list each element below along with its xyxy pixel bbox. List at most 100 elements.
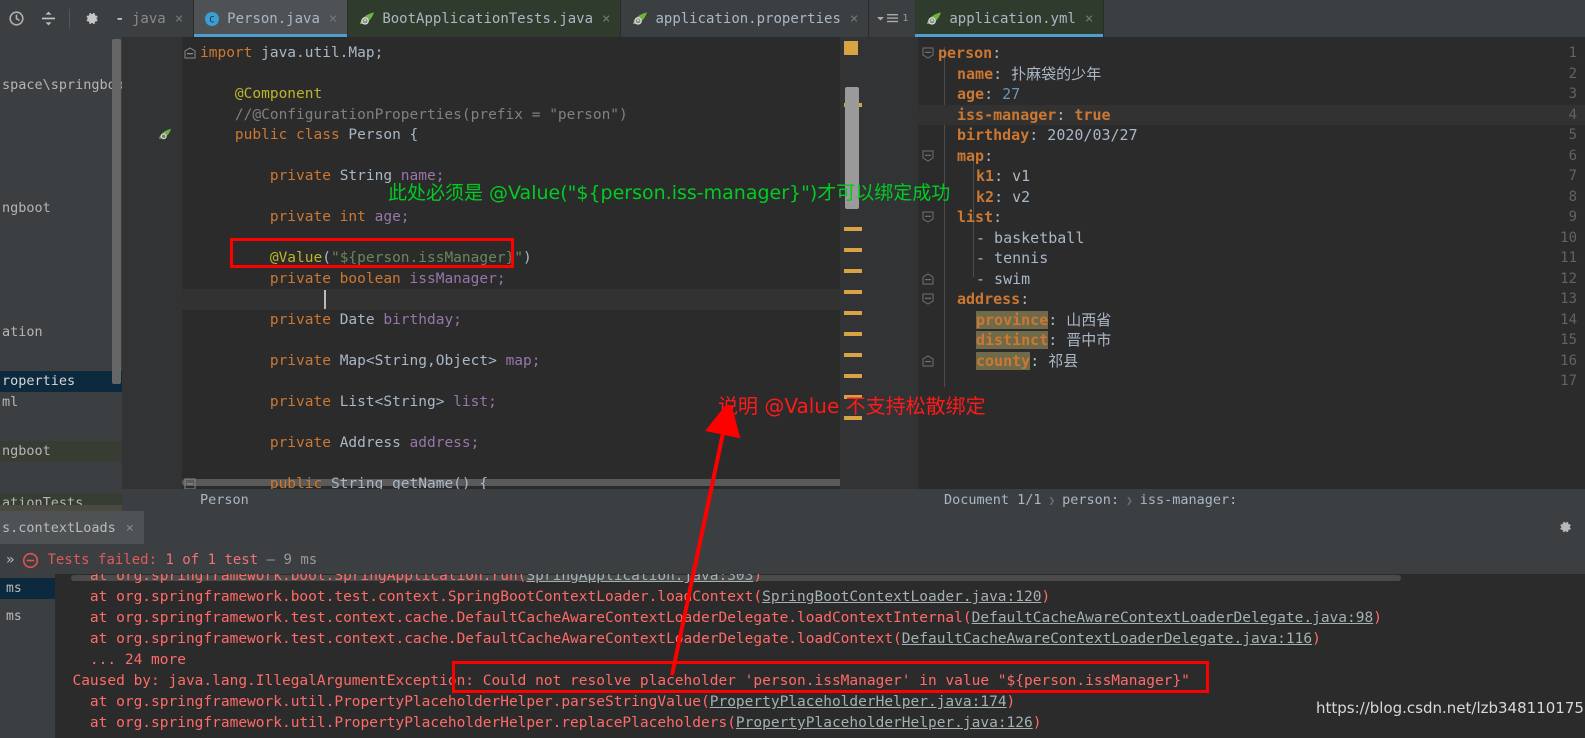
yaml-line[interactable]: list: — [957, 207, 1002, 228]
yaml-line[interactable]: birthday: 2020/03/27 — [957, 125, 1138, 146]
line-number: 8 — [1568, 188, 1577, 205]
stacktrace-link[interactable]: PropertyPlaceholderHelper.java:174 — [710, 694, 1007, 710]
breadcrumb-person[interactable]: person: — [1062, 492, 1119, 508]
yaml-line[interactable]: - tennis — [976, 248, 1048, 269]
annotation-red-note: 说明 @Value 不支持松散绑定 — [718, 394, 986, 418]
tab-close-icon[interactable]: × — [850, 12, 858, 26]
project-tree-scrollbar[interactable] — [112, 39, 121, 384]
test-tree-item[interactable]: ms — [0, 578, 55, 599]
yaml-line[interactable]: person: — [938, 43, 1001, 64]
tab-application-yml[interactable]: application.yml × — [915, 0, 1105, 37]
fold-open-icon[interactable] — [922, 293, 934, 305]
stacktrace-link[interactable]: PropertyPlaceholderHelper.java:126 — [736, 715, 1033, 731]
breadcrumb-document[interactable]: Document 1/1 — [944, 492, 1042, 508]
warning-marker[interactable] — [844, 41, 858, 55]
run-tab-context-loads[interactable]: s.contextLoads × — [0, 511, 144, 544]
yaml-line[interactable]: map: — [957, 146, 993, 167]
code-line[interactable]: private int age; — [200, 207, 410, 228]
warning-marker[interactable] — [844, 374, 862, 378]
warning-marker[interactable] — [844, 269, 862, 273]
tab-bootapplicationtests-java[interactable]: BootApplicationTests.java × — [348, 0, 622, 37]
tab-close-icon[interactable]: × — [329, 12, 337, 26]
gear-icon[interactable] — [78, 6, 104, 32]
stacktrace-link[interactable]: SpringBootContextLoader.java:120 — [762, 589, 1041, 605]
yaml-line[interactable]: - basketball — [976, 228, 1084, 249]
code-line[interactable]: private boolean issManager; — [200, 269, 506, 290]
tab-overflow-dropdown[interactable]: 1 — [869, 0, 915, 37]
run-tab-close-icon[interactable]: × — [126, 520, 134, 536]
console-line[interactable]: at org.springframework.test.context.cach… — [55, 629, 1321, 650]
code-line[interactable]: public class Person { — [200, 125, 418, 146]
test-tree-item[interactable]: ms — [0, 606, 55, 627]
project-tree-panel[interactable]: space\springboot ngboot ation roperties ml ng… — [0, 37, 122, 505]
project-tree-item[interactable]: ngboot — [0, 198, 122, 219]
breadcrumb-right: Document 1/1 ❯ person: ❯ iss-manager: — [866, 489, 1585, 511]
project-tree-item[interactable]: ation — [0, 322, 122, 343]
yaml-line[interactable]: distinct: 晋中市 — [976, 330, 1111, 351]
project-tree-item[interactable]: ngboot — [0, 441, 122, 462]
history-icon[interactable] — [3, 6, 29, 32]
tab-close-icon[interactable]: × — [602, 12, 610, 26]
code-line[interactable]: //@ConfigurationProperties(prefix = "per… — [200, 105, 628, 126]
yaml-line[interactable]: k1: v1 — [976, 166, 1030, 187]
tab-application-properties[interactable]: application.properties × — [621, 0, 870, 37]
editor-left-gutter[interactable] — [122, 37, 182, 489]
warning-marker[interactable] — [844, 311, 862, 315]
collapse-all-icon[interactable] — [35, 6, 61, 32]
expand-chevron-icon[interactable]: » — [6, 552, 14, 568]
console-line[interactable]: ... 24 more — [55, 650, 186, 671]
project-tree-item[interactable]: ationTests — [0, 493, 122, 505]
breadcrumb-iss-manager[interactable]: iss-manager: — [1140, 492, 1238, 508]
yaml-line[interactable]: - swim — [976, 269, 1030, 290]
fold-close-icon[interactable] — [922, 354, 934, 367]
editor-application-yml[interactable]: 1 person: 2 name: 扑麻袋的少年 3 age: 27 4 iss-manage… — [866, 37, 1585, 489]
tab-close-icon[interactable]: × — [175, 12, 183, 26]
warning-marker[interactable] — [844, 353, 862, 357]
code-line[interactable]: private Date birthday; — [200, 310, 462, 331]
breadcrumb-class[interactable]: Person — [200, 492, 249, 508]
code-line[interactable]: private Address address; — [200, 433, 480, 454]
stacktrace-link[interactable]: DefaultCacheAwareContextLoaderDelegate.j… — [972, 610, 1374, 626]
warning-marker[interactable] — [844, 290, 862, 294]
stacktrace-link[interactable]: SpringApplication.java:303 — [526, 574, 753, 584]
fold-close-icon[interactable] — [922, 272, 934, 285]
yaml-line[interactable]: county: 祁县 — [976, 351, 1078, 372]
console-line[interactable]: at org.springframework.boot.test.context… — [55, 587, 1050, 608]
yaml-line[interactable]: k2: v2 — [976, 187, 1030, 208]
yaml-line[interactable]: name: 扑麻袋的少年 — [957, 64, 1101, 85]
yaml-line[interactable]: age: 27 — [957, 84, 1020, 105]
test-status-prefix: Tests failed: — [47, 552, 158, 568]
project-tree-item[interactable]: ml — [0, 392, 122, 413]
editor-right-gutter[interactable] — [866, 37, 918, 489]
tab-close-icon[interactable]: × — [1085, 12, 1093, 26]
warning-marker[interactable] — [844, 332, 862, 336]
code-line[interactable]: private List<String> list; — [200, 392, 497, 413]
console-line[interactable]: at org.springframework.util.PropertyPlac… — [55, 713, 1042, 734]
fold-start-icon[interactable] — [184, 478, 196, 490]
console-line[interactable]: at org.springframework.util.PropertyPlac… — [55, 692, 1015, 713]
spring-bean-icon[interactable] — [158, 128, 172, 140]
stacktrace-link[interactable]: DefaultCacheAwareContextLoaderDelegate.j… — [902, 631, 1312, 647]
fold-open-icon[interactable] — [922, 211, 934, 223]
spring-leaf-icon — [925, 11, 942, 27]
fold-open-icon[interactable] — [922, 47, 934, 59]
tab-person-java[interactable]: C Person.java × — [194, 0, 349, 37]
warning-marker[interactable] — [844, 248, 862, 252]
console-line[interactable]: at org.springframework.boot.SpringApplic… — [55, 574, 762, 587]
fold-end-icon[interactable] — [184, 47, 196, 59]
fold-open-icon[interactable] — [922, 150, 934, 162]
gear-icon[interactable] — [1557, 519, 1573, 539]
tab-java[interactable]: java × — [122, 0, 195, 37]
editor-left-marker-stripe[interactable] — [840, 37, 866, 489]
test-tree-panel[interactable]: ms ms — [0, 574, 55, 738]
code-line[interactable]: @Component — [200, 84, 322, 105]
project-tree-item[interactable]: roperties — [0, 371, 122, 392]
yaml-line[interactable]: province: 山西省 — [976, 310, 1111, 331]
project-tree-item[interactable]: space\springboot — [0, 75, 122, 96]
warning-marker[interactable] — [844, 227, 862, 231]
console-line[interactable]: at org.springframework.test.context.cach… — [55, 608, 1382, 629]
yaml-line[interactable]: address: — [957, 289, 1029, 310]
code-line[interactable]: private Map<String,Object> map; — [200, 351, 541, 372]
yaml-line[interactable]: iss-manager: true — [957, 105, 1111, 126]
code-line[interactable]: import java.util.Map; — [200, 43, 383, 64]
